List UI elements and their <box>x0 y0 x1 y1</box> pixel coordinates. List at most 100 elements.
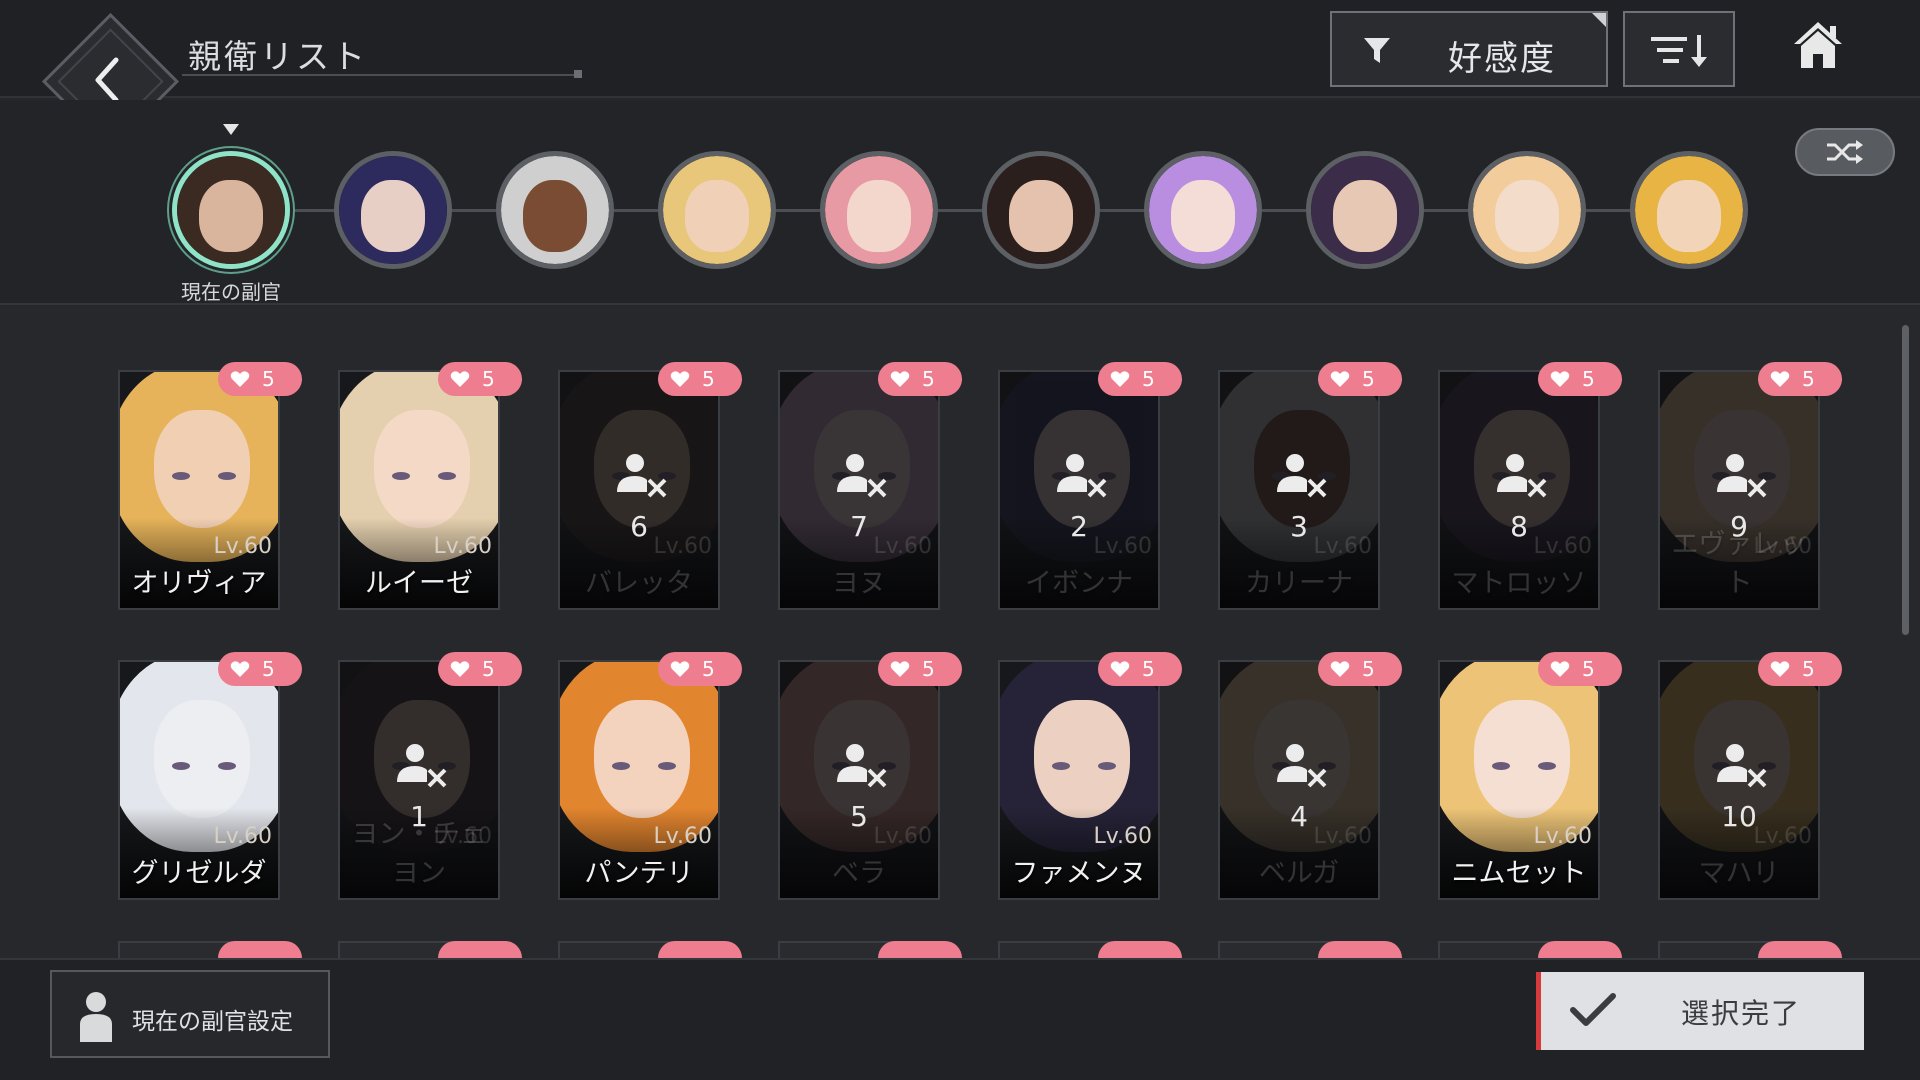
affection-badge-partial <box>1318 941 1402 959</box>
card-slot-number: 7 <box>850 510 868 543</box>
card-name: グリゼルダ <box>131 858 267 889</box>
unassigned-person-icon <box>1277 454 1327 498</box>
affection-badge: 5 <box>1318 652 1402 686</box>
deputy-card[interactable]: Lv.60 ベラ 5 <box>778 660 940 900</box>
unassigned-person-icon <box>1057 454 1107 498</box>
affection-value: 5 <box>1802 657 1815 681</box>
ribbon-avatar-4[interactable] <box>658 151 776 269</box>
unassigned-person-icon <box>1717 454 1767 498</box>
ribbon-avatar-7[interactable] <box>1144 151 1262 269</box>
shuffle-button[interactable] <box>1795 128 1895 176</box>
affection-badge: 5 <box>658 362 742 396</box>
confirm-selection-label: 選択完了 <box>1681 997 1802 1030</box>
sort-button[interactable] <box>1623 11 1735 87</box>
selection-marker <box>223 124 239 135</box>
affection-badge-partial <box>438 941 522 959</box>
ribbon-avatar-6[interactable] <box>982 151 1100 269</box>
grid-scrollbar[interactable] <box>1902 325 1909 635</box>
affection-value: 5 <box>262 657 275 681</box>
affection-badge: 5 <box>218 652 302 686</box>
affection-badge-partial <box>1098 941 1182 959</box>
deputy-card[interactable]: Lv.60 マハリ 10 <box>1658 660 1820 900</box>
card-level: Lv.60 <box>1533 824 1592 849</box>
ribbon-connector <box>1586 209 1630 212</box>
filter-button[interactable]: 好感度 <box>1330 11 1608 87</box>
deputy-card[interactable]: Lv.60 ベルガ 4 <box>1218 660 1380 900</box>
affection-value: 5 <box>1142 367 1155 391</box>
heart-icon <box>1110 371 1130 387</box>
shuffle-icon <box>1827 140 1863 164</box>
heart-icon <box>230 371 250 387</box>
card-slot-number: 1 <box>410 800 428 833</box>
heart-icon <box>1550 371 1570 387</box>
deputy-card[interactable]: Lv.60 グリゼルダ <box>118 660 280 900</box>
ribbon-connector <box>290 209 334 212</box>
unassigned-person-icon <box>837 454 887 498</box>
card-name: オリヴィア <box>131 568 267 599</box>
deputy-card[interactable]: Lv.60 マトロッソ 8 <box>1438 370 1600 610</box>
deputy-card[interactable]: Lv.60 カリーナ 3 <box>1218 370 1380 610</box>
deputy-card[interactable]: Lv.60 バレッタ 6 <box>558 370 720 610</box>
ribbon-avatar-8[interactable] <box>1306 151 1424 269</box>
heart-icon <box>1330 661 1350 677</box>
card-slot-number: 3 <box>1290 510 1308 543</box>
deputy-card[interactable]: Lv.60 ニムセット <box>1438 660 1600 900</box>
affection-badge: 5 <box>1538 652 1622 686</box>
card-level: Lv.60 <box>653 824 712 849</box>
home-icon[interactable] <box>1792 20 1844 70</box>
affection-value: 5 <box>922 657 935 681</box>
unassigned-person-icon <box>617 454 667 498</box>
unassigned-person-icon <box>397 744 447 788</box>
card-level: Lv.60 <box>1093 824 1152 849</box>
affection-badge: 5 <box>1098 362 1182 396</box>
set-current-deputy-button[interactable]: 現在の副官設定 <box>50 970 330 1058</box>
unassigned-person-icon <box>1277 744 1327 788</box>
card-slot-number: 9 <box>1730 510 1748 543</box>
filter-icon <box>1364 38 1390 63</box>
heart-icon <box>670 371 690 387</box>
ribbon-avatar-5[interactable] <box>820 151 938 269</box>
ribbon-avatar-2[interactable] <box>334 151 452 269</box>
confirm-selection-button[interactable]: 選択完了 <box>1536 972 1864 1050</box>
heart-icon <box>890 661 910 677</box>
affection-value: 5 <box>1802 367 1815 391</box>
ribbon-avatar-10[interactable] <box>1630 151 1748 269</box>
affection-badge: 5 <box>1318 362 1402 396</box>
deputy-card[interactable]: Lv.60 ヨヌ 7 <box>778 370 940 610</box>
heart-icon <box>890 371 910 387</box>
deputy-card[interactable]: Lv.60 イボンナ 2 <box>998 370 1160 610</box>
card-slot-number: 6 <box>630 510 648 543</box>
card-name: パンテリ <box>584 858 694 889</box>
heart-icon <box>1110 661 1130 677</box>
heart-icon <box>670 661 690 677</box>
deputy-card[interactable]: Lv.60 ヨン・チェヨン 1 <box>338 660 500 900</box>
affection-value: 5 <box>922 367 935 391</box>
unassigned-person-icon <box>837 744 887 788</box>
deputy-card[interactable]: Lv.60 パンテリ <box>558 660 720 900</box>
affection-value: 5 <box>1362 367 1375 391</box>
ribbon-connector <box>614 209 658 212</box>
card-level: Lv.60 <box>213 534 272 559</box>
ribbon-avatar-3[interactable] <box>496 151 614 269</box>
filter-label: 好感度 <box>1448 39 1556 79</box>
card-name: ニムセット <box>1451 858 1587 889</box>
deputy-card[interactable]: Lv.60 エヴァレット 9 <box>1658 370 1820 610</box>
deputy-card[interactable]: Lv.60 ファメンヌ <box>998 660 1160 900</box>
title-underline <box>182 70 582 78</box>
card-slot-number: 10 <box>1721 800 1757 833</box>
ribbon-connector <box>776 209 820 212</box>
heart-icon <box>450 371 470 387</box>
affection-value: 5 <box>1362 657 1375 681</box>
card-level: Lv.60 <box>433 534 492 559</box>
affection-value: 5 <box>482 367 495 391</box>
ribbon-connector <box>452 209 496 212</box>
ribbon-connector <box>938 209 982 212</box>
unassigned-person-icon <box>1497 454 1547 498</box>
ribbon-avatar-1[interactable] <box>172 151 290 269</box>
deputy-card[interactable]: Lv.60 オリヴィア <box>118 370 280 610</box>
ribbon-avatar-9[interactable] <box>1468 151 1586 269</box>
deputy-card[interactable]: Lv.60 ルイーゼ <box>338 370 500 610</box>
affection-badge: 5 <box>878 652 962 686</box>
affection-badge: 5 <box>1758 652 1842 686</box>
affection-badge-partial <box>658 941 742 959</box>
